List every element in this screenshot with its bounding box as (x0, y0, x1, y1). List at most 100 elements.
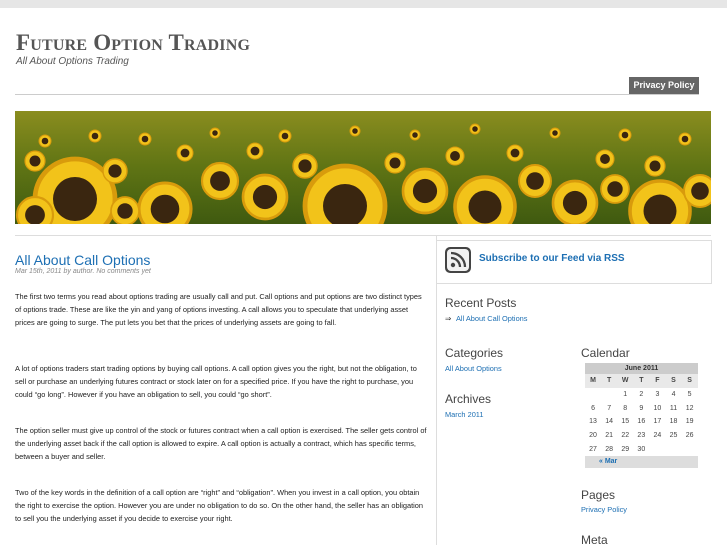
sunflower-center (212, 130, 218, 136)
post-title[interactable]: All About Call Options (15, 252, 150, 268)
calendar-day: 23 (637, 432, 646, 440)
sunflower-center (412, 178, 438, 204)
sunflower-center (681, 135, 689, 143)
calendar-week: 20 21 22 23 24 25 26 (585, 429, 698, 443)
calendar-day: 8 (623, 404, 628, 412)
sunflower-center (607, 181, 623, 197)
weekday: T (639, 377, 644, 385)
weekday: S (687, 377, 692, 385)
sunflower-center (252, 184, 278, 210)
calendar-day: 27 (589, 445, 597, 453)
calendar-day: 18 (669, 418, 678, 426)
calendar-week: 1 2 3 4 5 (585, 388, 698, 402)
arrow-right-icon: ⇒ (445, 314, 452, 323)
categories-title: Categories (445, 346, 504, 360)
post-paragraph: The option seller must give up control o… (15, 426, 427, 461)
sunflower-center (281, 132, 289, 140)
archive-link[interactable]: March 2011 (445, 410, 483, 419)
calendar-day: 7 (607, 404, 612, 412)
sunflower-center (29, 155, 41, 167)
sunflower-center (412, 132, 418, 138)
calendar-day: 26 (685, 432, 694, 440)
calendar-day: 25 (669, 432, 678, 440)
calendar-day: 4 (671, 391, 676, 399)
calendar-day: 14 (605, 418, 614, 426)
recent-posts-title: Recent Posts (445, 296, 517, 310)
sunflower-field-image (15, 111, 711, 224)
weekday: T (607, 377, 612, 385)
calendar-day: 13 (589, 418, 597, 426)
sunflower-center (450, 151, 460, 161)
calendar-prev-month-link[interactable]: « Mar (585, 456, 698, 469)
calendar-day: 1 (623, 391, 628, 399)
calendar-week: 13 14 15 16 17 18 19 (585, 415, 698, 429)
calendar-day: 28 (605, 445, 614, 453)
sunflower-center (53, 177, 97, 221)
post-paragraph: Two of the key words in the definition o… (15, 488, 423, 523)
calendar-weekdays: M T W T F S S (585, 374, 698, 388)
nav-divider (15, 94, 699, 95)
calendar-table: June 2011 M T W T F S S 1 2 3 4 5 6 7 8 … (585, 363, 698, 469)
archives-title: Archives (445, 392, 492, 406)
calendar-day: 11 (669, 404, 678, 412)
sunflower-center (91, 132, 99, 140)
sunflower-center (108, 164, 122, 178)
post-meta: Mar 15th, 2011 by author. No comments ye… (15, 268, 151, 275)
calendar-day: 12 (685, 404, 694, 412)
calendar-day: 17 (653, 418, 662, 426)
sunflower-center (150, 194, 180, 224)
post-paragraph: The first two terms you read about optio… (15, 292, 422, 327)
recent-post-link[interactable]: All About Call Options (456, 314, 527, 323)
calendar-day: 20 (589, 432, 597, 440)
weekday: M (590, 377, 596, 385)
header-image (15, 111, 711, 224)
calendar-day: 6 (591, 404, 595, 412)
calendar-day: 5 (687, 391, 692, 399)
sunflower-center (600, 154, 610, 164)
calendar-day: 22 (621, 432, 630, 440)
calendar-day: 10 (653, 404, 662, 412)
post-paragraph: A lot of options traders start trading o… (15, 364, 417, 399)
calendar-day: 9 (639, 404, 644, 412)
calendar-week: 6 7 8 9 10 11 12 (585, 401, 698, 415)
sunflower-center (621, 131, 629, 139)
calendar-day: 30 (637, 445, 646, 453)
calendar-day: 2 (639, 391, 644, 399)
sunflower-center (25, 205, 45, 224)
nav-privacy-policy[interactable]: Privacy Policy (629, 77, 699, 94)
sunflower-center (552, 130, 558, 136)
sunflower-center (352, 128, 358, 134)
calendar-day: 3 (655, 391, 660, 399)
site-title[interactable]: Future Option Trading (16, 30, 250, 56)
calendar-title: Calendar (581, 346, 630, 360)
calendar-day: 21 (605, 432, 614, 440)
page-link-privacy[interactable]: Privacy Policy (581, 505, 627, 514)
sunflower-center (389, 157, 401, 169)
sunflower-center (210, 171, 230, 191)
top-bar (0, 0, 727, 8)
sunflower-center (472, 126, 478, 132)
rss-icon[interactable] (445, 247, 471, 273)
calendar-day: 24 (653, 432, 662, 440)
rss-subscribe-link[interactable]: Subscribe to our Feed via RSS (479, 253, 625, 264)
sunflower-center (250, 146, 260, 156)
calendar-day: 15 (621, 418, 630, 426)
weekday: S (671, 377, 676, 385)
calendar-day: 19 (685, 418, 694, 426)
sunflower-center (468, 190, 502, 224)
weekday: F (655, 377, 660, 385)
sunflower-center (117, 203, 133, 219)
weekday: W (621, 377, 629, 385)
sunflower-center (562, 190, 588, 216)
sunflower-center (691, 182, 709, 200)
sunflower-center (41, 137, 49, 145)
sunflower-center (649, 160, 661, 172)
sunflower-center (526, 172, 544, 190)
sunflower-center (180, 148, 190, 158)
content-divider (15, 235, 711, 236)
site-description: All About Options Trading (16, 56, 129, 67)
calendar-week: 27 28 29 30 (585, 442, 698, 456)
sunflower-center (141, 135, 149, 143)
calendar-caption: June 2011 (585, 363, 698, 374)
category-link[interactable]: All About Options (445, 364, 502, 373)
